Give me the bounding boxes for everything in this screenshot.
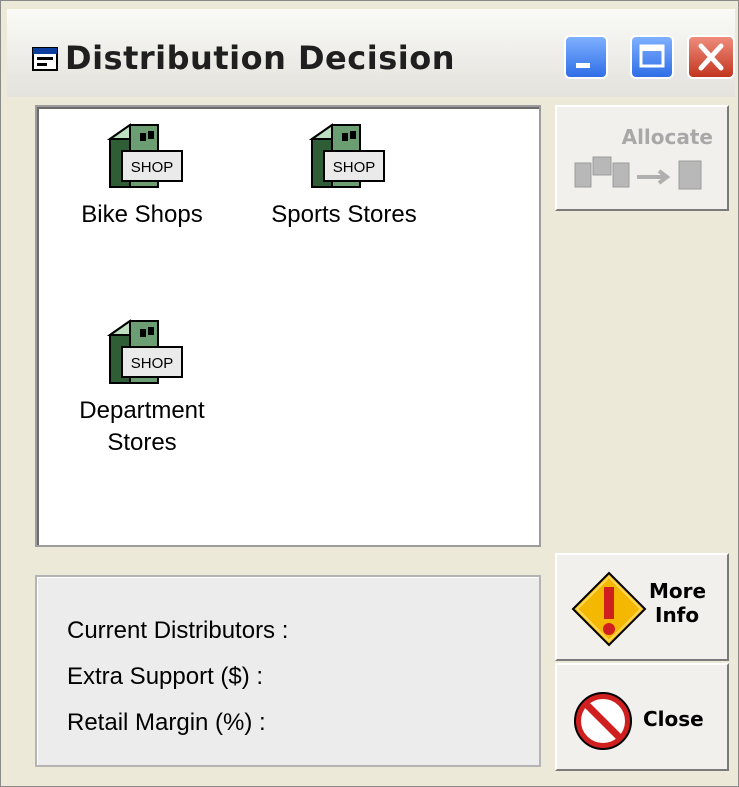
current-distributors-label: Current Distributors : bbox=[67, 617, 289, 644]
more-info-label-1: More bbox=[649, 579, 707, 603]
distributor-label: Sports Stores bbox=[271, 201, 417, 228]
allocate-label: Allocate bbox=[621, 125, 713, 149]
close-label: Close bbox=[643, 707, 704, 731]
shop-icon: SHOP bbox=[106, 123, 183, 188]
close-button[interactable]: Close bbox=[555, 663, 729, 771]
more-info-button[interactable]: More Info bbox=[555, 553, 729, 661]
shop-icon-text: SHOP bbox=[131, 355, 174, 372]
close-icon bbox=[698, 43, 724, 71]
close-window-button[interactable] bbox=[687, 35, 735, 79]
shop-icon: SHOP bbox=[106, 319, 183, 384]
minimize-button[interactable] bbox=[564, 35, 608, 79]
retail-margin-label: Retail Margin (%) : bbox=[67, 709, 266, 736]
maximize-button[interactable] bbox=[630, 35, 674, 79]
distributor-item-department-stores[interactable]: SHOP Department Stores bbox=[47, 313, 237, 459]
warning-icon bbox=[571, 571, 647, 647]
shop-icon-text: SHOP bbox=[131, 159, 174, 176]
distributor-label-line1: Department bbox=[79, 397, 205, 424]
window-title: Distribution Decision bbox=[65, 39, 455, 77]
shop-icon-text: SHOP bbox=[333, 159, 376, 176]
distributor-label: Bike Shops bbox=[81, 201, 203, 228]
app-window-icon bbox=[32, 47, 58, 71]
extra-support-label: Extra Support ($) : bbox=[67, 663, 264, 690]
more-info-label-2: Info bbox=[655, 603, 700, 627]
prohibited-icon bbox=[574, 692, 632, 750]
allocate-button[interactable]: Allocate bbox=[555, 105, 729, 211]
allocate-icon bbox=[574, 156, 702, 190]
minimize-icon bbox=[576, 63, 590, 68]
distribution-decision-window: Distribution Decision SHOP Bike Shops SH… bbox=[0, 0, 739, 787]
distributor-icon-list[interactable]: SHOP Bike Shops SHOP Sports Stores SHOP … bbox=[35, 105, 541, 547]
title-bar[interactable]: Distribution Decision bbox=[7, 9, 735, 97]
maximize-icon bbox=[639, 44, 665, 68]
distributor-item-sports-stores[interactable]: SHOP Sports Stores bbox=[249, 117, 439, 231]
shop-icon: SHOP bbox=[308, 123, 385, 188]
distributor-label-line2: Stores bbox=[107, 429, 177, 456]
distributor-item-bike-shops[interactable]: SHOP Bike Shops bbox=[47, 117, 237, 231]
distributor-info-panel: Current Distributors : Extra Support ($)… bbox=[35, 575, 541, 767]
